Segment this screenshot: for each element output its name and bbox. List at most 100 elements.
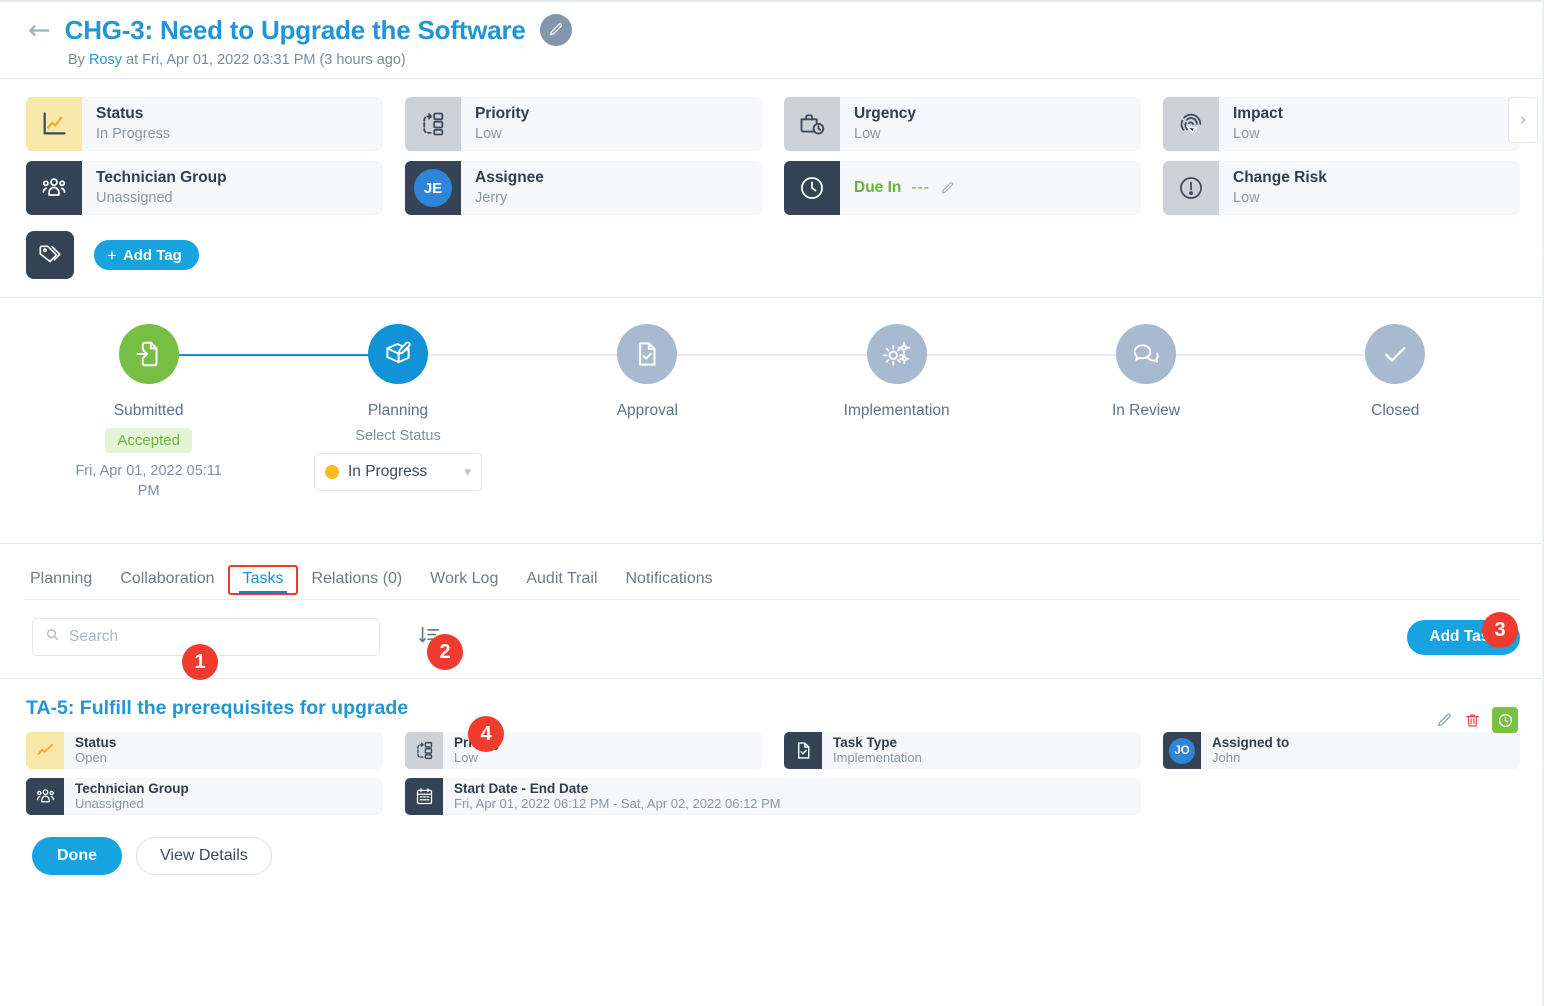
step-closed[interactable]: Closed — [1271, 324, 1520, 501]
check-icon — [1365, 324, 1426, 384]
byline-prefix: By — [68, 52, 89, 68]
tag-icon — [26, 231, 74, 279]
fingerprint-icon — [1163, 97, 1219, 151]
file-check-icon — [784, 732, 822, 770]
step-in-review[interactable]: In Review — [1021, 324, 1396, 501]
task-buttons: Done View Details — [26, 815, 1520, 876]
task-field-value: Implementation — [833, 750, 922, 766]
avatar-initials: JO — [1169, 737, 1195, 764]
tag-row: + Add Tag — [0, 215, 1544, 297]
property-card-change-risk[interactable]: Change Risk Low — [1163, 161, 1520, 215]
property-card-status[interactable]: Status In Progress — [26, 97, 383, 151]
property-body: Priority Low — [461, 97, 529, 151]
priority-icon — [405, 732, 443, 770]
property-label: Urgency — [854, 105, 917, 123]
status-select[interactable]: In Progress ▾ — [313, 453, 482, 491]
chart-line-icon — [26, 732, 64, 770]
page-root: ← CHG-3: Need to Upgrade the Software By… — [0, 0, 1544, 1006]
annotation-badge-4: 4 — [468, 716, 504, 752]
step-implementation[interactable]: Implementation — [772, 324, 1146, 501]
done-button[interactable]: Done — [32, 837, 122, 876]
calendar-icon — [405, 778, 443, 816]
properties-grid: Status In Progress Priority Low Urgency … — [26, 97, 1520, 215]
task-title[interactable]: TA-5: Fulfill the prerequisites for upgr… — [26, 697, 1520, 720]
avatar: JE — [405, 161, 461, 215]
tab-relations[interactable]: Relations (0) — [297, 566, 416, 600]
property-card-priority[interactable]: Priority Low — [405, 97, 762, 151]
arrow-left-icon[interactable]: ← — [28, 17, 51, 44]
tab-audit-trail[interactable]: Audit Trail — [512, 566, 611, 600]
page-title: CHG-3: Need to Upgrade the Software — [64, 14, 526, 45]
property-value: Low — [475, 125, 502, 142]
tab-work-log[interactable]: Work Log — [416, 566, 512, 600]
step-label: Submitted — [113, 402, 184, 419]
timer-button[interactable] — [1492, 707, 1518, 734]
step-label: In Review — [1111, 402, 1180, 419]
pencil-icon[interactable] — [539, 14, 572, 46]
step-label: Closed — [1371, 402, 1420, 419]
property-card-impact[interactable]: Impact Low — [1163, 97, 1520, 151]
task-field-technician-group[interactable]: Technician Group Unassigned — [26, 778, 383, 816]
status-dot-icon — [324, 465, 339, 479]
byline-suffix: at Fri, Apr 01, 2022 03:31 PM (3 hours a… — [122, 52, 406, 68]
property-card-urgency[interactable]: Urgency Low — [784, 97, 1141, 151]
task-field-assigned-to[interactable]: JO Assigned to John — [1163, 732, 1520, 770]
plus-icon: + — [107, 245, 117, 265]
task-field-status[interactable]: Status Open — [26, 732, 383, 770]
property-card-technician-group[interactable]: Technician Group Unassigned — [26, 161, 383, 215]
task-field-body: Start Date - End Date Fri, Apr 01, 2022 … — [443, 778, 781, 815]
task-field-value: Low — [454, 750, 478, 766]
file-check-icon — [617, 324, 678, 384]
property-label: Change Risk — [1233, 169, 1327, 187]
edit-board-icon — [367, 324, 428, 384]
chart-line-icon — [26, 97, 82, 151]
tabs-section: Planning Collaboration Tasks Relations (… — [0, 544, 1544, 601]
step-planning[interactable]: Planning Select Status In Progress ▾ — [273, 324, 648, 501]
pencil-icon[interactable] — [1436, 712, 1453, 729]
task-field-date-range[interactable]: Start Date - End Date Fri, Apr 01, 2022 … — [405, 778, 1141, 816]
property-body: Due In --- — [840, 161, 955, 215]
chevron-right-icon[interactable]: › — [1508, 97, 1538, 143]
task-field-body: Technician Group Unassigned — [64, 778, 189, 815]
step-label: Planning — [367, 402, 429, 419]
task-field-priority[interactable]: Priority Low — [405, 732, 762, 770]
search-input[interactable] — [69, 628, 367, 647]
property-body: Urgency Low — [840, 97, 916, 151]
page-header: ← CHG-3: Need to Upgrade the Software By… — [0, 0, 1544, 78]
annotation-badge-2: 2 — [427, 634, 463, 670]
property-card-assignee[interactable]: JE Assignee Jerry — [405, 161, 762, 215]
task-field-task-type[interactable]: Task Type Implementation — [784, 732, 1141, 770]
select-status-label: Select Status — [355, 428, 441, 444]
property-value: --- — [911, 179, 930, 196]
tab-tasks[interactable]: Tasks — [227, 565, 299, 596]
task-field-label: Technician Group — [75, 780, 189, 796]
property-body: Change Risk Low — [1219, 161, 1327, 215]
property-label: Priority — [475, 105, 530, 123]
property-card-due-in[interactable]: Due In --- — [784, 161, 1141, 215]
status-select-value: In Progress — [347, 463, 428, 480]
task-toolbar: Add Task — [0, 600, 1544, 657]
view-details-button[interactable]: View Details — [136, 837, 272, 876]
add-tag-button[interactable]: + Add Tag — [94, 240, 199, 270]
property-body: Technician Group Unassigned — [82, 161, 227, 215]
property-value: In Progress — [96, 125, 171, 142]
task-field-body: Task Type Implementation — [822, 732, 922, 769]
byline-author[interactable]: Rosy — [89, 52, 122, 68]
task-field-value: Open — [75, 750, 107, 766]
property-label: Status — [96, 105, 144, 123]
task-field-value: John — [1212, 750, 1241, 766]
tab-notifications[interactable]: Notifications — [612, 566, 727, 600]
pencil-icon[interactable] — [940, 181, 955, 196]
trash-icon[interactable] — [1464, 712, 1481, 729]
property-value: Low — [1233, 125, 1260, 142]
tab-collaboration[interactable]: Collaboration — [106, 566, 228, 600]
step-approval[interactable]: Approval — [523, 324, 897, 501]
step-submitted[interactable]: Submitted Accepted Fri, Apr 01, 2022 05:… — [24, 324, 398, 501]
title-row: ← CHG-3: Need to Upgrade the Software — [28, 14, 1544, 46]
property-body: Assignee Jerry — [461, 161, 544, 215]
tab-bar: Planning Collaboration Tasks Relations (… — [24, 565, 1520, 600]
chevron-down-icon: ▾ — [464, 464, 471, 480]
property-label: Impact — [1233, 105, 1283, 123]
tab-planning[interactable]: Planning — [24, 566, 106, 600]
task-field-label: Task Type — [833, 734, 898, 750]
